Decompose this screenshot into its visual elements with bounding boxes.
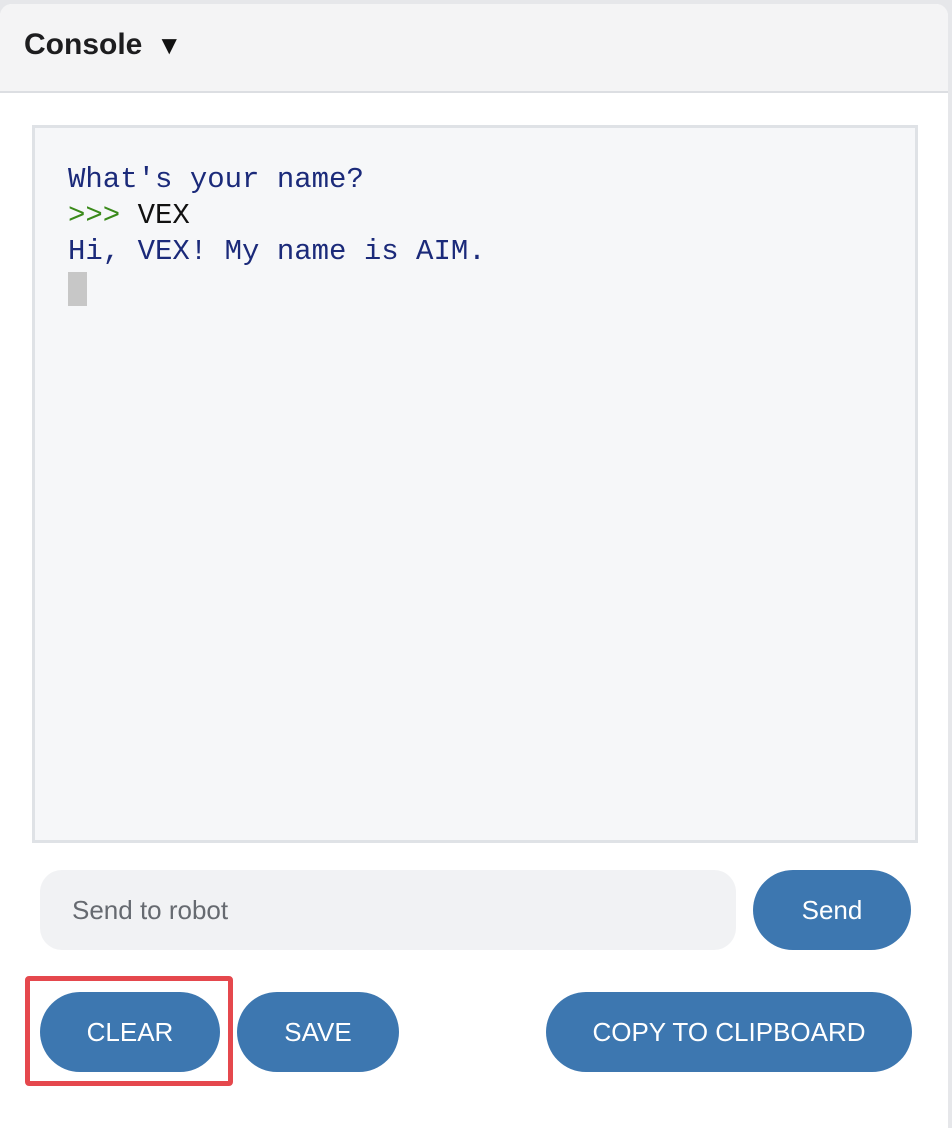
console-header[interactable]: Console ▼ [0,4,948,93]
console-input-echo: VEX [137,199,190,232]
copy-to-clipboard-button[interactable]: COPY TO CLIPBOARD [546,992,912,1072]
send-button[interactable]: Send [753,870,911,950]
console-prompt: >>> [68,199,121,232]
console-title-label: Console [24,28,143,61]
clear-button[interactable]: CLEAR [40,992,220,1072]
console-line: What's your name? [68,163,364,196]
console-line: >>> VEX [68,198,915,234]
save-button[interactable]: SAVE [237,992,399,1072]
send-to-robot-input[interactable] [40,870,736,950]
console-cursor [68,272,87,306]
console-panel: Console ▼ What's your name? >>> VEX Hi, … [0,4,948,1128]
console-title[interactable]: Console ▼ [24,28,182,62]
console-output[interactable]: What's your name? >>> VEX Hi, VEX! My na… [32,125,918,843]
caret-down-icon[interactable]: ▼ [156,32,182,58]
console-line: Hi, VEX! My name is AIM. [68,235,486,268]
